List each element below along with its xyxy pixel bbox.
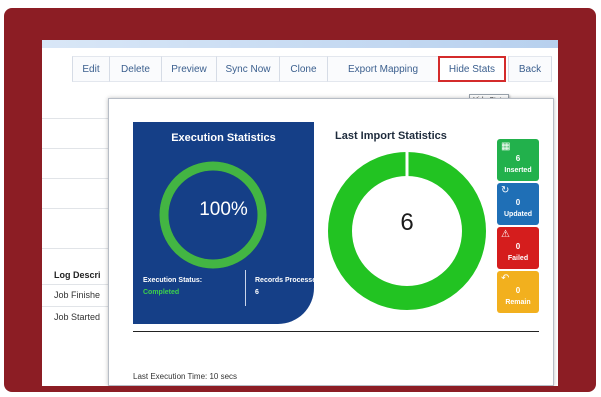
records-processed-label: Records Processed: <box>255 277 323 284</box>
warning-icon: ⚠ <box>501 229 510 240</box>
back-button[interactable]: Back <box>508 56 552 82</box>
inserted-value: 6 <box>515 154 521 163</box>
execution-statistics-panel: Execution Statistics 100% Execution Stat… <box>133 122 323 324</box>
row-divider <box>42 148 114 149</box>
window-top-bar <box>42 40 558 48</box>
records-processed-value: 6 <box>255 289 259 296</box>
execution-percent: 100% <box>199 199 248 220</box>
stats-modal: Execution Statistics 100% Execution Stat… <box>108 98 554 386</box>
last-import-total: 6 <box>400 209 414 236</box>
execution-status-label: Execution Status: <box>143 277 203 284</box>
row-divider <box>42 248 114 249</box>
log-row: Job Finishe <box>54 290 101 300</box>
sync-now-button[interactable]: Sync Now <box>216 56 279 82</box>
last-import-statistics-title: Last Import Statistics <box>335 130 447 142</box>
toolbar: Edit Delete Preview Sync Now Clone Expor… <box>42 56 558 82</box>
failed-value: 0 <box>515 242 521 251</box>
app-screen: Edit Delete Preview Sync Now Clone Expor… <box>42 40 558 386</box>
row-divider <box>42 178 114 179</box>
preview-button[interactable]: Preview <box>161 56 216 82</box>
row-divider <box>42 118 114 119</box>
updated-label: Updated <box>504 211 532 218</box>
spinner-icon: ↶ <box>501 273 510 284</box>
edit-button[interactable]: Edit <box>72 56 109 82</box>
execution-status-value: Completed <box>143 289 180 296</box>
remain-stat-card: ↶ 0 Remain <box>497 271 539 313</box>
row-divider <box>42 208 114 209</box>
refresh-icon: ↻ <box>501 185 510 196</box>
failed-stat-card: ⚠ 0 Failed <box>497 227 539 269</box>
last-execution-time: Last Execution Time: 10 secs <box>133 372 238 381</box>
clone-button[interactable]: Clone <box>279 56 327 82</box>
inserted-stat-card: ▦ 6 Inserted <box>497 139 539 181</box>
failed-label: Failed <box>507 255 529 262</box>
hide-stats-button[interactable]: Hide Stats <box>438 56 506 82</box>
inserted-label: Inserted <box>504 167 532 174</box>
delete-button[interactable]: Delete <box>109 56 161 82</box>
row-divider <box>42 284 114 285</box>
updated-value: 0 <box>515 198 521 207</box>
updated-stat-card: ↻ 0 Updated <box>497 183 539 225</box>
remain-label: Remain <box>505 299 531 306</box>
outer-frame: Edit Delete Preview Sync Now Clone Expor… <box>4 8 596 392</box>
execution-statistics-title: Execution Statistics <box>171 132 276 144</box>
row-divider <box>42 306 114 307</box>
remain-value: 0 <box>515 286 521 295</box>
modal-divider <box>133 331 539 332</box>
export-mapping-button[interactable]: Export Mapping <box>327 56 438 82</box>
log-description-header: Log Descri <box>54 270 101 280</box>
exec-separator <box>245 270 246 306</box>
inserted-icon: ▦ <box>501 141 511 152</box>
log-row: Job Started <box>54 312 101 322</box>
